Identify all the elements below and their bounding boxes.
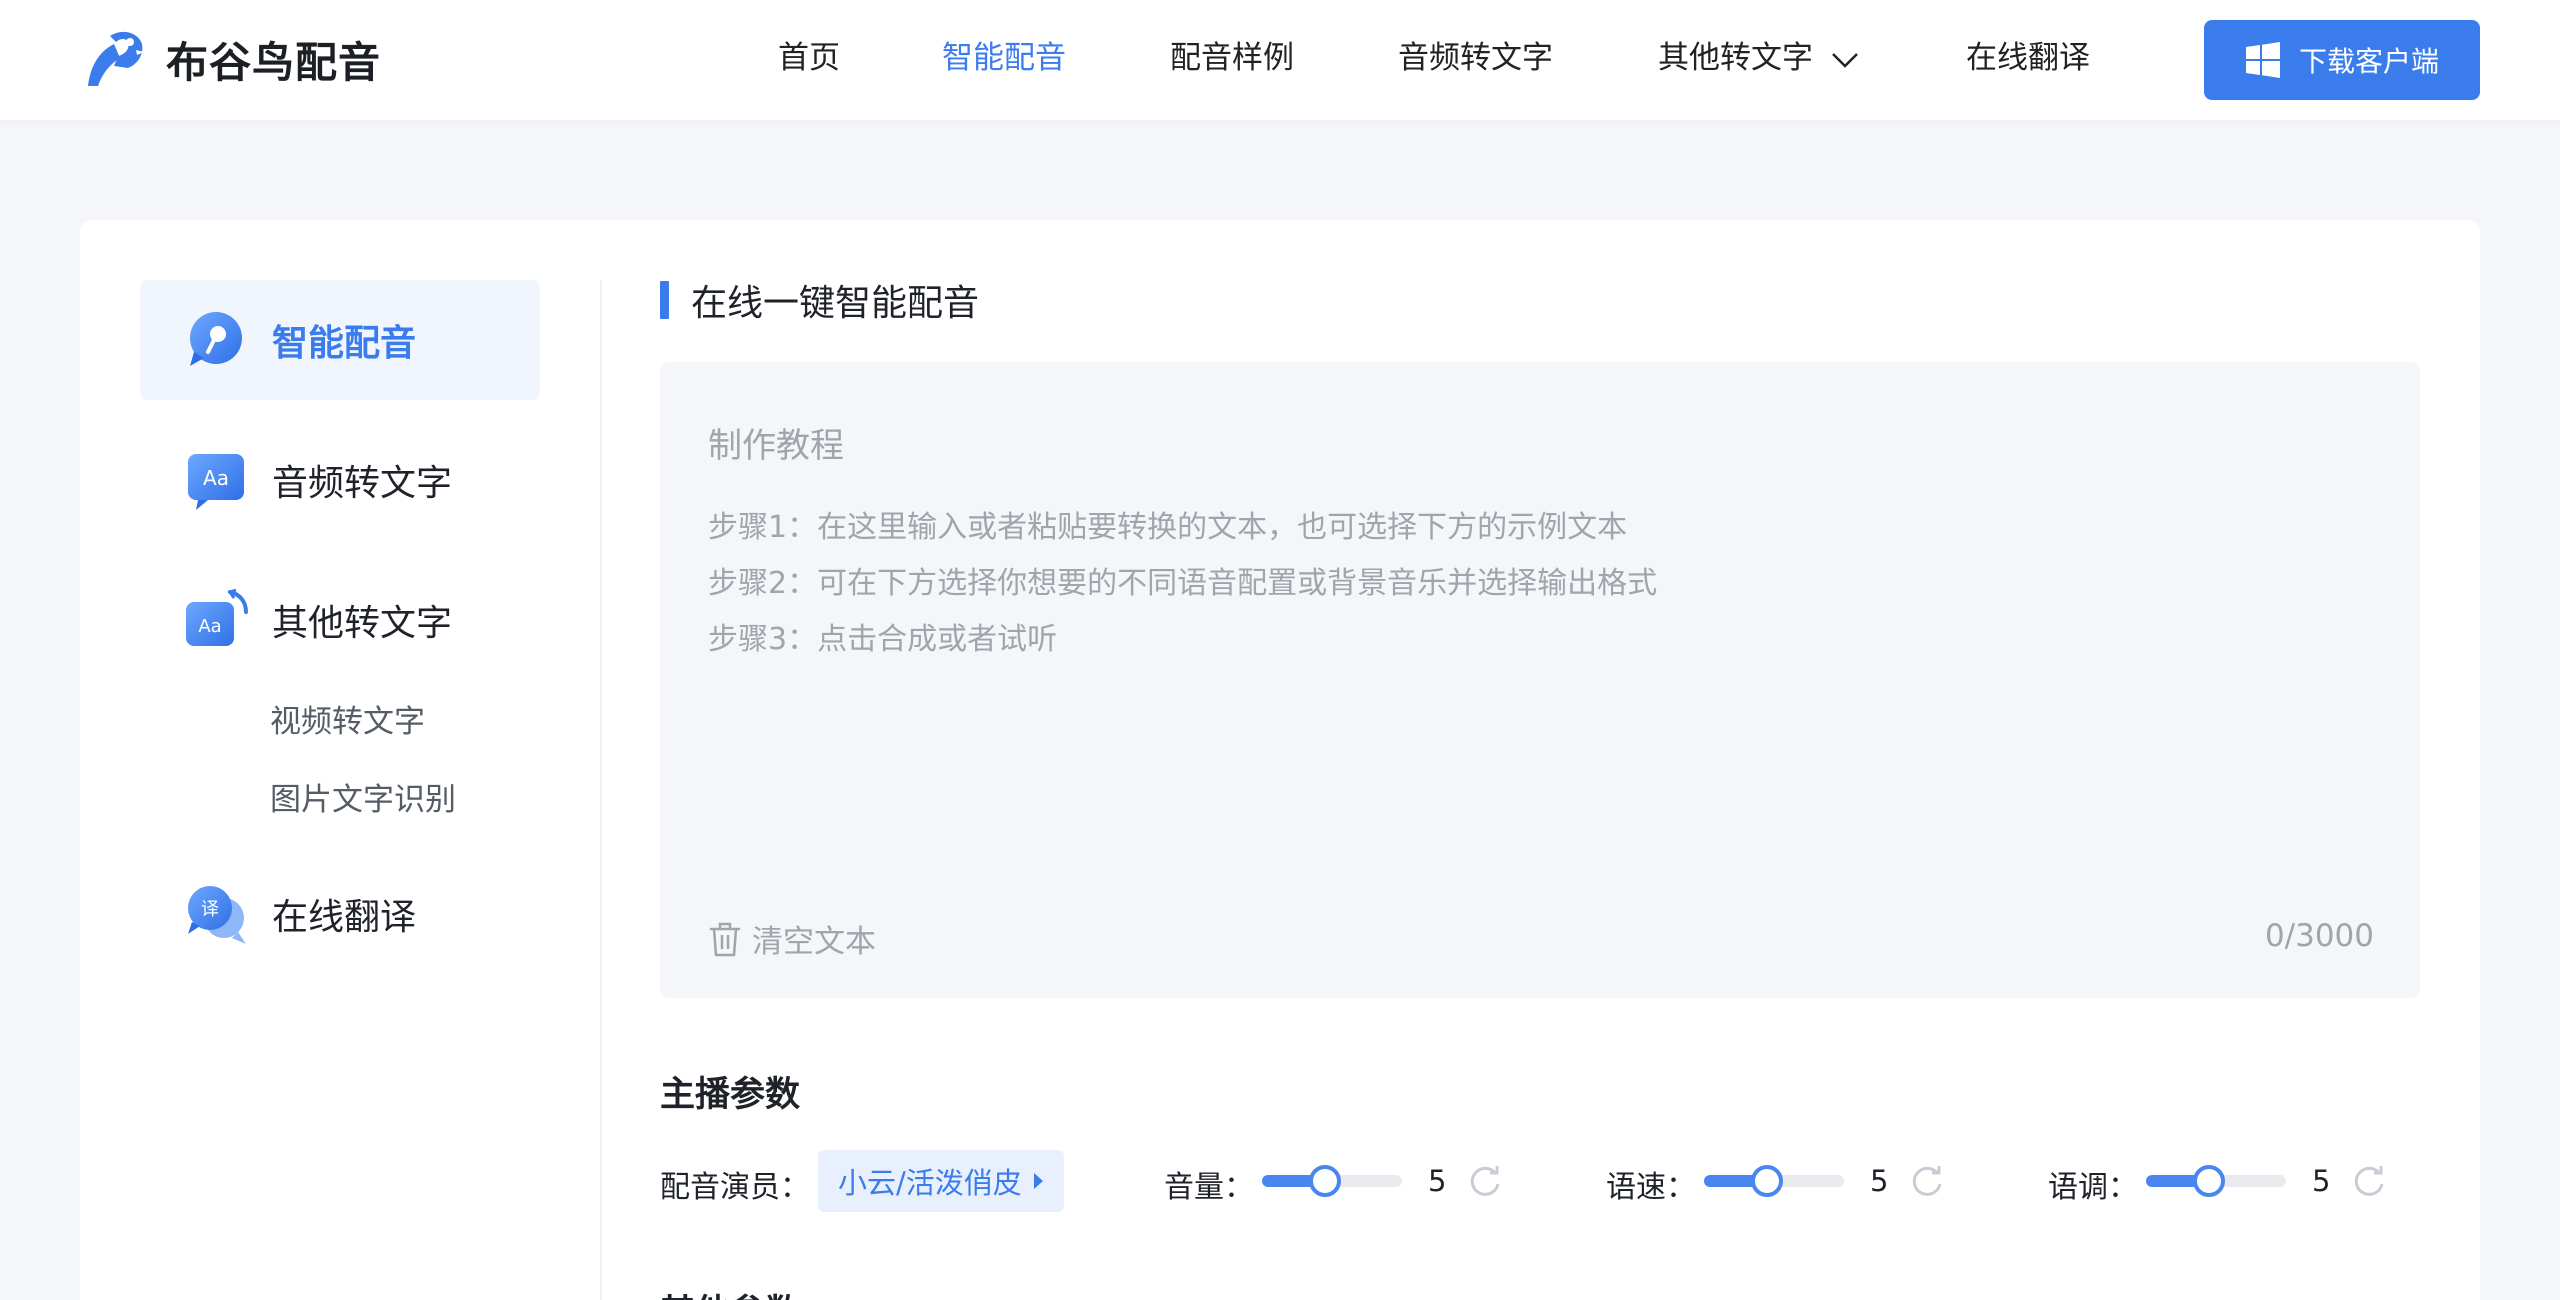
aa-text-icon: Aa — [188, 454, 244, 510]
voice-actor-value: 小云/活泼俏皮 — [838, 1166, 1022, 1200]
download-client-button[interactable]: 下载客户端 — [2204, 20, 2480, 100]
other-params-title: 其他参数 — [660, 1284, 800, 1300]
sidebar-subitem-image-ocr[interactable]: 图片文字识别 — [270, 774, 456, 819]
char-counter: 0/3000 — [2264, 918, 2374, 954]
sidebar-label-smart-dubbing: 智能配音 — [272, 323, 417, 364]
speed-value: 5 — [1870, 1164, 1889, 1198]
nav-smart-dubbing[interactable]: 智能配音 — [942, 36, 1066, 80]
tutorial-step-2: 步骤2：可在下方选择你想要的不同语音配置或背景音乐并选择输出格式 — [708, 566, 1658, 601]
volume-slider-knob[interactable] — [1309, 1165, 1341, 1197]
sidebar-divider — [600, 280, 602, 1300]
section-title-text: 在线一键智能配音 — [691, 283, 980, 324]
brand-name: 布谷鸟配音 — [166, 37, 382, 87]
speed-slider-knob[interactable] — [1751, 1165, 1783, 1197]
mic-bubble-icon — [190, 312, 242, 366]
nav-online-translate[interactable]: 在线翻译 — [1966, 36, 2090, 80]
top-header: 布谷鸟配音 首页 智能配音 配音样例 音频转文字 其他转文字 在线翻译 下载客户… — [0, 0, 2560, 120]
volume-label: 音量： — [1164, 1170, 1254, 1205]
clear-text-button[interactable]: 清空文本 — [708, 916, 876, 961]
voice-actor-label: 配音演员： — [660, 1170, 810, 1205]
volume-slider[interactable] — [1262, 1165, 1402, 1197]
pitch-slider-knob[interactable] — [2193, 1165, 2225, 1197]
clear-text-label: 清空文本 — [752, 924, 876, 960]
translate-bubble-icon: 译 — [188, 886, 246, 944]
tutorial-step-3: 步骤3：点击合成或者试听 — [708, 622, 1058, 657]
pitch-slider[interactable] — [2146, 1165, 2286, 1197]
text-editor[interactable]: 制作教程 步骤1：在这里输入或者粘贴要转换的文本，也可选择下方的示例文本 步骤2… — [660, 362, 2420, 998]
nav-other-to-text[interactable]: 其他转文字 — [1658, 36, 1859, 80]
pitch-label: 语调： — [2048, 1170, 2138, 1205]
volume-value: 5 — [1428, 1164, 1447, 1198]
sidebar-label-online-translate: 在线翻译 — [272, 897, 417, 938]
brand-logo[interactable]: 布谷鸟配音 — [80, 28, 381, 90]
tutorial-title: 制作教程 — [708, 426, 844, 466]
sidebar-item-other-to-text[interactable]: Aa 其他转文字 — [140, 560, 540, 680]
voice-actor-select[interactable]: 小云/活泼俏皮 — [818, 1150, 1064, 1212]
svg-text:Aa: Aa — [203, 466, 229, 490]
trash-icon — [709, 922, 741, 956]
cuckoo-bird-icon — [88, 31, 144, 86]
nav-audio-to-text[interactable]: 音频转文字 — [1398, 36, 1553, 80]
speed-slider[interactable] — [1704, 1165, 1844, 1197]
chevron-down-icon — [1831, 52, 1858, 68]
windows-icon — [2245, 42, 2280, 78]
section-title-bar — [660, 281, 669, 319]
speed-reset-icon[interactable] — [1910, 1164, 1944, 1198]
volume-reset-icon[interactable] — [1468, 1164, 1502, 1198]
section-title: 在线一键智能配音 — [660, 280, 979, 324]
svg-text:译: 译 — [201, 899, 219, 920]
nav-dubbing-samples[interactable]: 配音样例 — [1170, 36, 1294, 80]
caret-right-icon — [1033, 1173, 1043, 1189]
sidebar-subitem-video-to-text[interactable]: 视频转文字 — [270, 696, 425, 741]
pitch-value: 5 — [2312, 1164, 2331, 1198]
sidebar-label-audio-to-text: 音频转文字 — [272, 463, 453, 504]
aa-convert-icon: Aa — [186, 588, 248, 646]
pitch-reset-icon[interactable] — [2352, 1164, 2386, 1198]
download-client-label: 下载客户端 — [2298, 45, 2439, 78]
nav-other-to-text-label: 其他转文字 — [1658, 40, 1813, 76]
sidebar-item-smart-dubbing[interactable]: 智能配音 — [140, 280, 540, 400]
speed-label: 语速： — [1606, 1170, 1696, 1205]
anchor-params-title: 主播参数 — [660, 1075, 801, 1115]
sidebar-label-other-to-text: 其他转文字 — [272, 603, 453, 644]
sidebar-item-audio-to-text[interactable]: Aa 音频转文字 — [140, 420, 540, 540]
nav-home[interactable]: 首页 — [778, 36, 840, 80]
svg-text:Aa: Aa — [198, 616, 221, 637]
tutorial-step-1: 步骤1：在这里输入或者粘贴要转换的文本，也可选择下方的示例文本 — [708, 510, 1628, 545]
sidebar-item-online-translate[interactable]: 译 在线翻译 — [140, 854, 540, 974]
